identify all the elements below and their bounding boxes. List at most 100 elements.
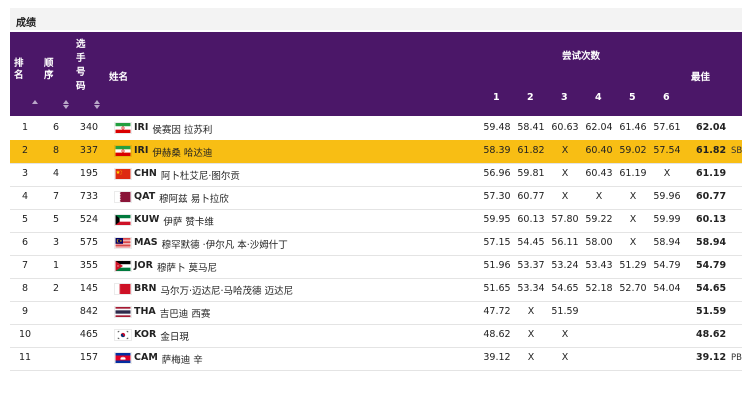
order-cell: 7 [52, 191, 60, 202]
attempt-1-cell: 57.15 [483, 237, 511, 248]
best-cell: 39.12 [696, 352, 727, 363]
bib-header-label: 选手号码 [76, 39, 86, 92]
attempt-3-cell: 53.24 [551, 260, 579, 271]
table-row[interactable]: 2 8 337 IRI 伊赫桑 哈达迪 58.39 61.82 X 60.40 59.02 57.5… [10, 140, 742, 164]
country-code: THA [134, 306, 156, 317]
rank-cell: 1 [21, 122, 29, 133]
table-row[interactable]: 9 842 THA 吉巴迪 西赛 47.72 X 51.59 51.59 [10, 301, 742, 325]
attempt-6-header: 6 [663, 92, 670, 103]
best-cell: 60.13 [696, 214, 727, 225]
table-row[interactable]: 1 6 340 IRI 侯赛因 拉苏利 59.48 58.41 60.63 62.04 61.46… [10, 117, 742, 141]
name-header: 姓名 [109, 72, 129, 83]
bib-cell: 340 [79, 122, 99, 133]
attempt-4-cell: 62.04 [585, 122, 613, 133]
attempt-2-cell: X [527, 352, 535, 363]
table-row[interactable]: 4 7 733 QAT 穆阿兹 易卜拉欣 57.30 60.77 X X X 59.96 60.77 [10, 186, 742, 210]
section-title: 成绩 [16, 18, 36, 29]
attempt-3-cell: 57.80 [551, 214, 579, 225]
attempt-1-cell: 59.48 [483, 122, 511, 133]
rank-cell: 9 [21, 306, 29, 317]
attempt-3-cell: X [561, 329, 569, 340]
country-code: BRN [134, 283, 157, 294]
attempt-1-cell: 56.96 [483, 168, 511, 179]
attempt-3-cell: X [561, 168, 569, 179]
best-cell: 61.19 [696, 168, 727, 179]
attempt-3-cell: 56.11 [551, 237, 579, 248]
attempts-header: 尝试次数 [562, 51, 601, 62]
attempt-2-cell: 59.81 [517, 168, 545, 179]
record-badge: PB [731, 353, 742, 363]
rank-cell: 5 [21, 214, 29, 225]
attempt-6-cell: X [663, 168, 671, 179]
best-cell: 51.59 [696, 306, 727, 317]
table-row[interactable]: 3 4 195 CHN 阿卜杜艾尼·图尔贡 56.96 59.81 X 60.43 61.19 X 6… [10, 163, 742, 187]
athlete-name: 金日現 [160, 332, 189, 343]
table-row[interactable]: 6 3 575 MAS 穆罕默德 ·伊尔凡 本·沙姆什丁 57.15 54.45 56.11 5… [10, 232, 742, 256]
rank-cell: 6 [21, 237, 29, 248]
attempt-1-cell: 47.72 [483, 306, 511, 317]
attempt-4-cell: 52.18 [585, 283, 613, 294]
best-cell: 54.65 [696, 283, 727, 294]
attempt-2-cell: 53.34 [517, 283, 545, 294]
athlete-name: 穆萨卜 莫马尼 [156, 263, 217, 274]
country-flag-icon [114, 260, 132, 272]
order-cell: 3 [52, 237, 60, 248]
country-code: CHN [134, 168, 157, 179]
rank-header[interactable]: 排名 [14, 58, 26, 82]
rank-cell: 4 [21, 191, 29, 202]
attempt-2-cell: X [527, 329, 535, 340]
best-cell: 58.94 [696, 237, 727, 248]
bib-cell: 465 [79, 329, 99, 340]
best-cell: 48.62 [696, 329, 727, 340]
attempt-1-cell: 48.62 [483, 329, 511, 340]
bib-cell: 524 [79, 214, 99, 225]
order-cell: 6 [52, 122, 60, 133]
bib-sort-icon[interactable] [94, 100, 101, 109]
attempt-5-cell: X [629, 214, 637, 225]
results-table-header: 排名 顺序 选手号码 姓名 尝试次数 1 2 3 4 5 6 最佳 [10, 32, 742, 116]
results-panel: 成绩 排名 顺序 选手号码 姓名 尝试次数 1 2 3 4 5 6 最佳 1 6 3… [0, 0, 750, 402]
order-cell: 2 [52, 283, 60, 294]
table-row[interactable]: 8 2 145 BRN 马尔万·迈达尼·马哈茂德 迈达尼 51.65 53.34 54.65 5… [10, 278, 742, 302]
bib-cell: 733 [79, 191, 99, 202]
country-code: JOR [134, 260, 153, 271]
order-header[interactable]: 顺序 [44, 58, 54, 82]
rank-cell: 10 [18, 329, 32, 340]
order-cell: 4 [52, 168, 60, 179]
attempt-2-cell: 54.45 [517, 237, 545, 248]
table-row[interactable]: 7 1 355 JOR 穆萨卜 莫马尼 51.96 53.37 53.24 53.43 51.29… [10, 255, 742, 279]
attempt-3-cell: 60.63 [551, 122, 579, 133]
attempt-1-cell: 51.96 [483, 260, 511, 271]
section-header-bar [10, 8, 742, 30]
attempt-2-cell: 61.82 [517, 145, 545, 156]
attempt-6-cell: 59.99 [653, 214, 681, 225]
best-cell: 61.82 [696, 145, 727, 156]
country-code: IRI [134, 145, 149, 156]
attempt-4-cell: 60.40 [585, 145, 613, 156]
bib-cell: 157 [79, 352, 99, 363]
table-row[interactable]: 5 5 524 KUW 伊萨 赞卡维 59.95 60.13 57.80 59.22 X 59.99… [10, 209, 742, 233]
country-code: IRI [134, 122, 149, 133]
table-row[interactable]: 10 465 KOR 金日現 48.62 X X 48.62 [10, 324, 742, 348]
athlete-name: 侯赛因 拉苏利 [152, 125, 213, 136]
country-flag-icon [114, 145, 132, 157]
attempt-6-cell: 54.04 [653, 283, 681, 294]
attempt-6-cell: 58.94 [653, 237, 681, 248]
order-cell: 8 [52, 145, 60, 156]
rank-cell: 3 [21, 168, 29, 179]
attempt-2-cell: 58.41 [517, 122, 545, 133]
country-code: CAM [134, 352, 158, 363]
order-sort-icon[interactable] [63, 100, 70, 109]
country-flag-icon [114, 329, 132, 341]
attempt-3-cell: 51.59 [551, 306, 579, 317]
rank-sort-icon[interactable] [32, 100, 39, 107]
order-cell: 5 [52, 214, 60, 225]
order-header-label: 顺序 [44, 58, 54, 81]
bib-header[interactable]: 选手号码 [76, 38, 86, 94]
athlete-name: 马尔万·迈达尼·马哈茂德 迈达尼 [160, 286, 294, 297]
rank-cell: 11 [18, 352, 32, 363]
table-row[interactable]: 11 157 CAM 萨梅迪 辛 39.12 X X 39.12 PB [10, 347, 742, 371]
country-flag-icon [114, 237, 132, 249]
attempt-3-cell: X [561, 191, 569, 202]
country-code: KOR [134, 329, 157, 340]
